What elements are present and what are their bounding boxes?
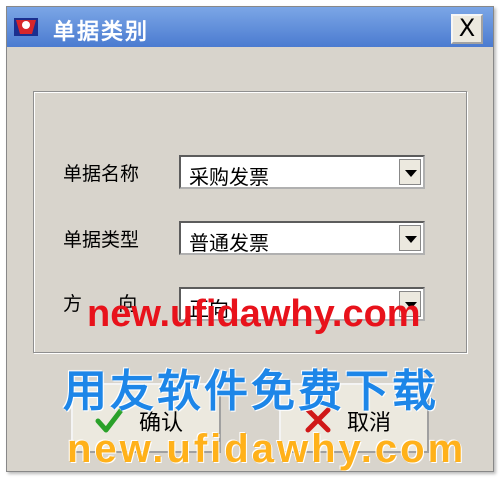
chevron-down-icon[interactable] [399,225,421,251]
watermark-banner: 用友软件免费下载 [63,366,439,417]
watermark-site-top: new.ufidawhy.com [87,293,421,335]
document-name-label: 单据名称 [63,163,140,185]
document-type-value: 普通发票 [189,231,269,255]
close-icon: X [458,14,476,42]
document-name-value: 采购发票 [189,165,269,189]
document-type-label: 单据类型 [63,229,140,251]
chevron-down-icon[interactable] [399,159,421,185]
app-logo-icon [14,18,38,36]
watermark-site-bottom: new.ufidawhy.com [67,427,467,471]
document-name-select[interactable]: 采购发票 [179,155,425,189]
dialog-window: 单据类别 X 单据名称 采购发票 单据类型 普通发票 方 向 正向 确认 取消 … [6,6,494,472]
document-type-select[interactable]: 普通发票 [179,221,425,255]
window-title: 单据类别 [53,20,150,45]
close-button[interactable]: X [451,14,483,44]
title-bar[interactable]: 单据类别 X [7,7,493,47]
